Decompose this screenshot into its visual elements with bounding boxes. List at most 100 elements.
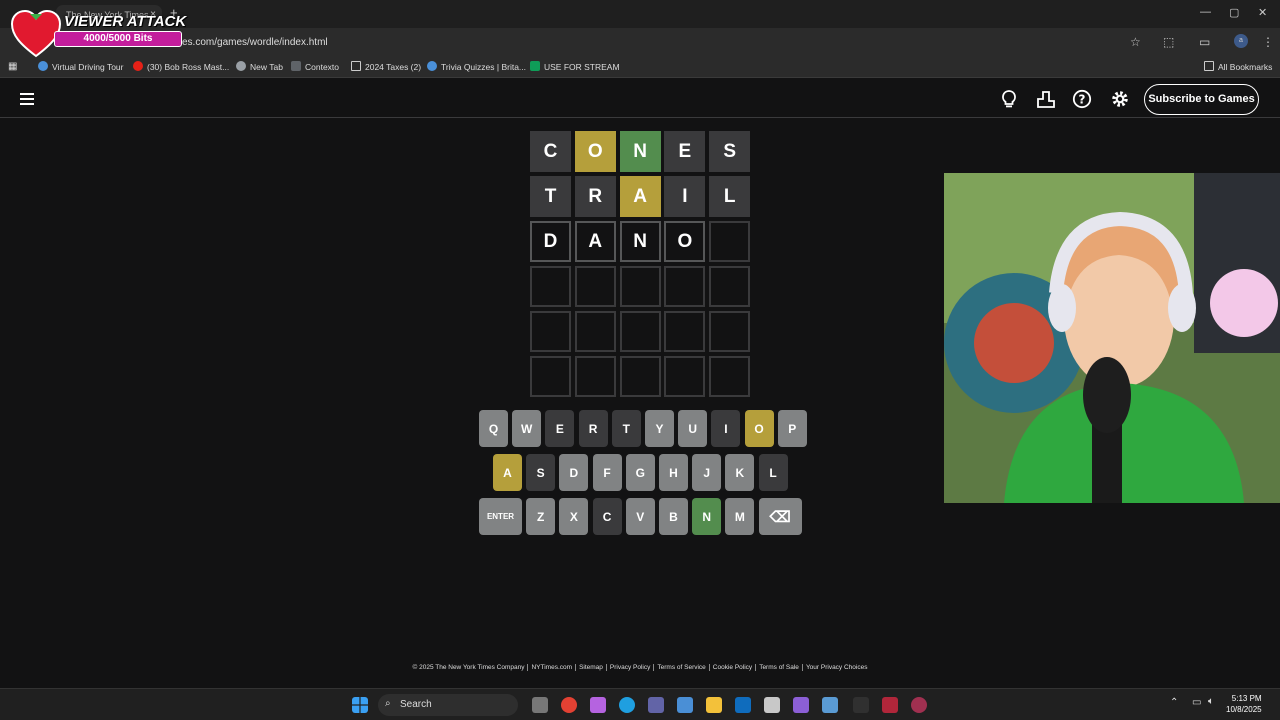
key-d[interactable]: D [559,454,589,491]
key-p[interactable]: P [777,410,807,447]
board-tile: O [574,131,616,172]
stats-icon[interactable] [1036,89,1056,109]
footer-link[interactable]: Sitemap [576,664,607,671]
folder-icon [351,61,361,71]
close-window-button[interactable]: ✕ [1258,6,1267,19]
key-g[interactable]: G [625,454,655,491]
bookmarks-bar: ▦ Virtual Driving Tour (30) Bob Ross Mas… [0,56,1280,78]
bookmark-folder-taxes[interactable]: 2024 Taxes (2) [351,61,421,72]
board-tile: N [619,131,661,172]
board-tile [619,356,661,397]
subscribe-to-games-button[interactable]: Subscribe to Games [1144,84,1259,115]
board-tile [530,356,571,397]
board-tile: A [619,176,661,217]
file-explorer-icon[interactable] [706,697,722,713]
hamburger-icon[interactable] [20,93,34,105]
board-tile: E [664,131,706,172]
obs-app-icon[interactable] [882,697,898,713]
footer-link[interactable]: Privacy Policy [606,664,655,671]
side-panel-icon[interactable]: ▭ [1199,35,1210,49]
key-o[interactable]: O [744,410,774,447]
taskbar-search-input[interactable]: ⌕ Search [378,694,518,716]
bookmark-virtual-driving-tour[interactable]: Virtual Driving Tour [38,61,124,72]
edge-icon[interactable] [619,697,635,713]
hint-lightbulb-icon[interactable] [999,89,1019,109]
key-a[interactable]: A [493,454,522,491]
footer-link[interactable]: © 2025 The New York Times Company [409,664,529,671]
key-c[interactable]: C [592,498,622,535]
key-u[interactable]: U [678,410,708,447]
board-tile [574,311,616,352]
help-icon[interactable]: ? [1072,89,1092,109]
footer-link[interactable]: Cookie Policy [709,664,757,671]
network-icon[interactable]: ▭ [1192,697,1201,708]
search-icon: ⌕ [385,698,391,709]
outlook-icon[interactable] [735,697,751,713]
app-icon[interactable] [822,697,838,713]
key-h[interactable]: H [659,454,688,491]
windows-start-icon[interactable] [352,697,368,713]
key-r[interactable]: R [578,410,608,447]
capcut-icon[interactable] [853,697,869,713]
key-w[interactable]: W [512,410,542,447]
task-view-icon[interactable] [532,697,548,713]
board-tile: T [530,176,571,217]
key-f[interactable]: F [592,454,622,491]
backspace-icon[interactable]: ⌫ [758,498,802,535]
contexto-icon [291,61,301,71]
key-z[interactable]: Z [526,498,556,535]
bookmark-trivia[interactable]: Trivia Quizzes | Brita... [427,61,526,72]
chrome-taskbar-icon[interactable] [561,697,577,713]
key-y[interactable]: Y [645,410,674,447]
key-q[interactable]: Q [479,410,508,447]
address-bar[interactable]: es.com/games/wordle/index.html [182,37,328,48]
enter-key[interactable]: ENTER [479,498,522,535]
browser-tab-bar: The New York Times × + — ▢ ✕ [0,0,1280,28]
key-l[interactable]: L [758,454,788,491]
copilot-icon[interactable] [590,697,606,713]
board-tile [709,266,751,307]
all-bookmarks-folder[interactable]: All Bookmarks [1204,61,1272,72]
apps-grid-icon[interactable]: ▦ [8,61,17,72]
key-v[interactable]: V [625,498,655,535]
key-i[interactable]: I [711,410,741,447]
photos-icon[interactable] [677,697,693,713]
extensions-icon[interactable]: ⬚ [1163,35,1174,49]
bookmark-bob-ross[interactable]: (30) Bob Ross Mast... [133,61,229,72]
key-s[interactable]: S [526,454,556,491]
maximize-button[interactable]: ▢ [1229,6,1239,19]
profile-avatar[interactable]: a [1234,34,1248,48]
chevron-up-icon[interactable]: ⌃ [1170,697,1178,708]
key-k[interactable]: K [725,454,755,491]
store-icon[interactable] [764,697,780,713]
app-icon[interactable] [793,697,809,713]
footer-link[interactable]: NYTimes.com [528,664,577,671]
key-j[interactable]: J [692,454,722,491]
minimize-button[interactable]: — [1200,6,1211,18]
address-bar-row: es.com/games/wordle/index.html ☆ ⬚ ▭ a ⋮ [0,28,1280,56]
board-tile [574,356,616,397]
board-tile [664,311,706,352]
bookmark-new-tab[interactable]: New Tab [236,61,283,72]
bookmark-contexto[interactable]: Contexto [291,61,339,72]
key-e[interactable]: E [545,410,575,447]
app-icon[interactable] [911,697,927,713]
key-b[interactable]: B [659,498,688,535]
bookmark-use-for-stream[interactable]: USE FOR STREAM [530,61,620,72]
footer-link[interactable]: Your Privacy Choices [803,664,871,671]
footer-link[interactable]: Terms of Service [654,664,710,671]
key-t[interactable]: T [611,410,641,447]
settings-gear-icon[interactable] [1110,89,1130,109]
volume-icon[interactable]: 🔈︎ [1208,696,1214,707]
key-n[interactable]: N [692,498,722,535]
folder-icon [1204,61,1214,71]
teams-icon[interactable] [648,697,664,713]
star-icon[interactable]: ☆ [1130,35,1141,49]
key-x[interactable]: X [559,498,589,535]
menu-dots-icon[interactable]: ⋮ [1262,35,1274,49]
footer-link[interactable]: Terms of Sale [756,664,803,671]
stream-icon [530,61,540,71]
board-tile [530,266,571,307]
system-clock[interactable]: 5:13 PM 10/8/2025 [1226,693,1262,715]
key-m[interactable]: M [725,498,755,535]
